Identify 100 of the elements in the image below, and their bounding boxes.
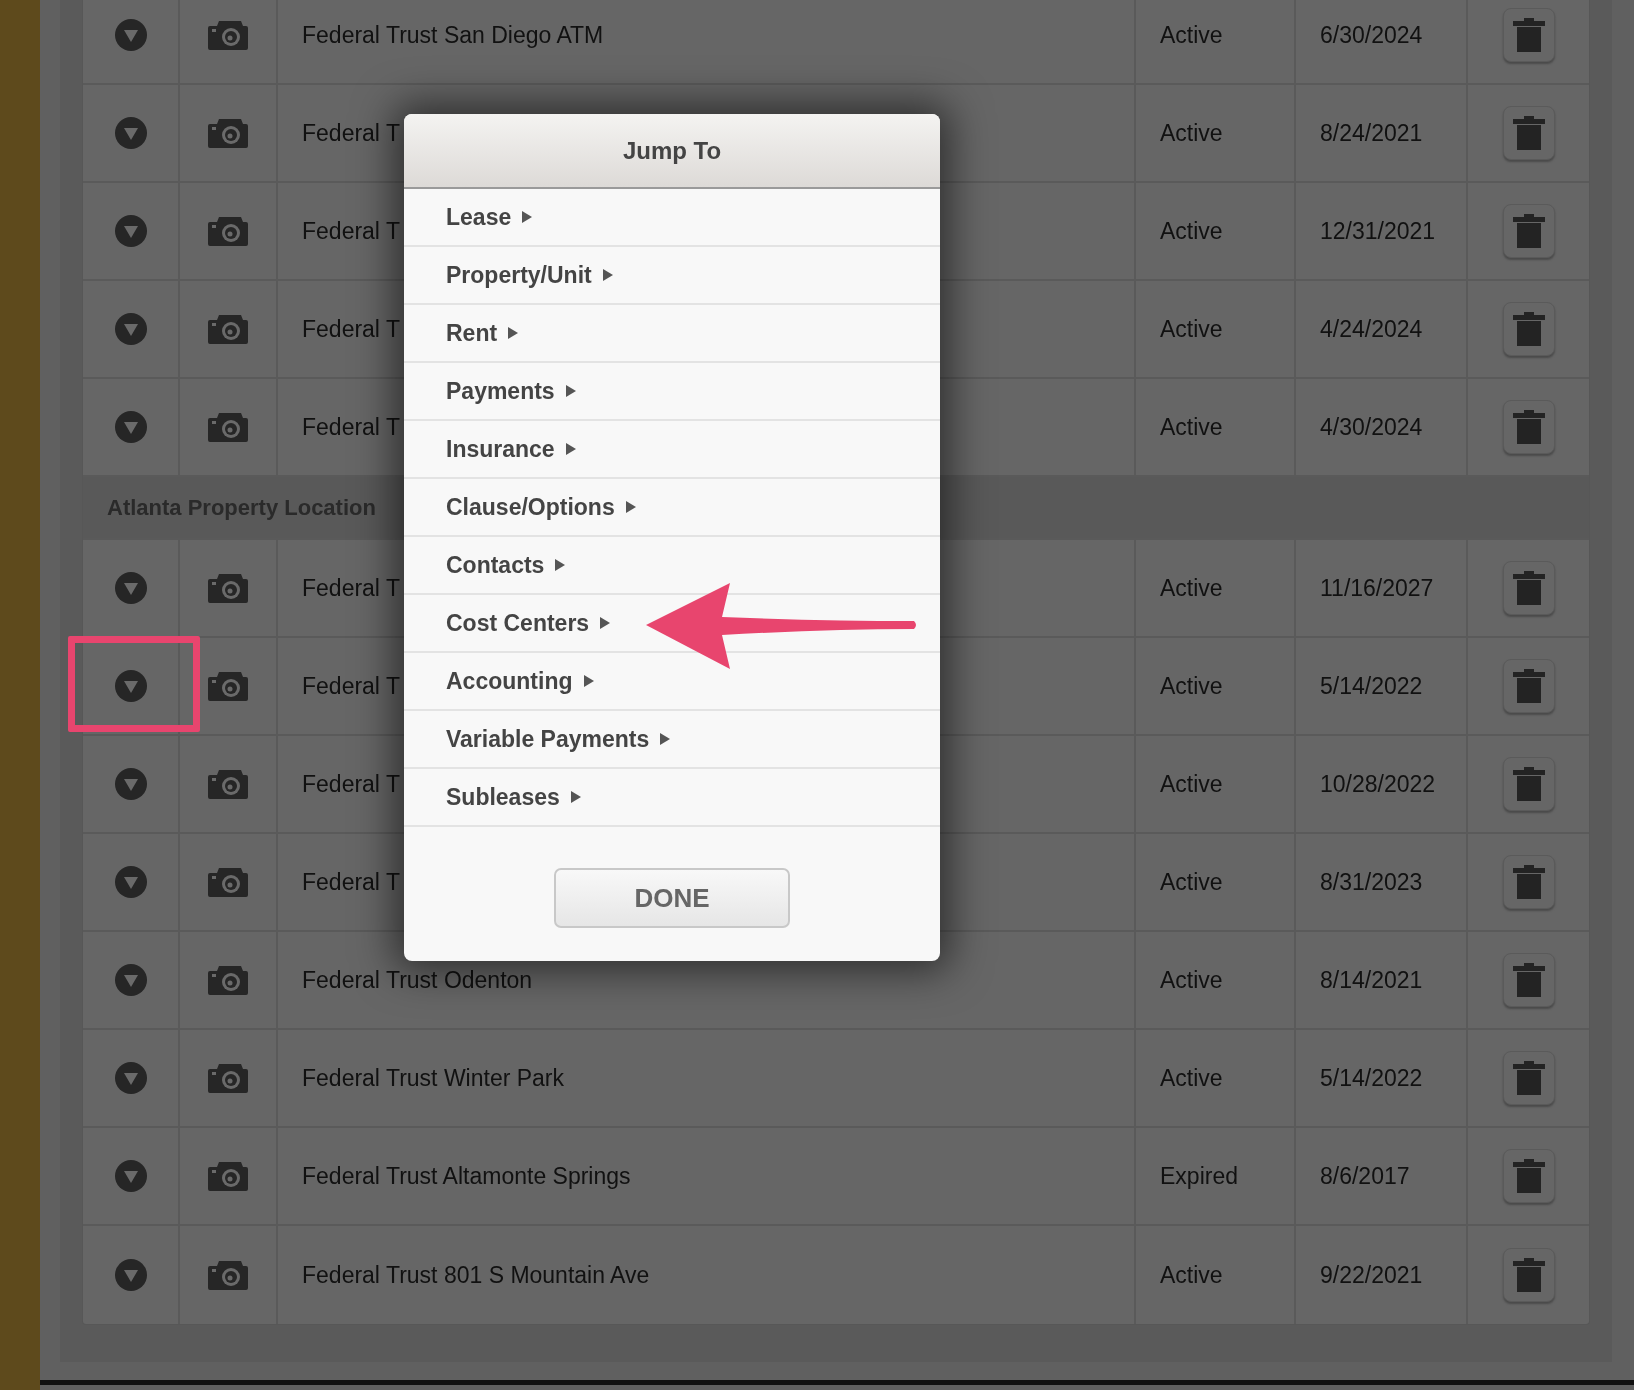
menu-item[interactable]: Clause/Options: [404, 479, 940, 537]
table-cell: Active: [1160, 217, 1223, 245]
table-cell: Active: [1160, 966, 1223, 994]
table-cell: 11/16/2027: [1320, 574, 1434, 602]
dropdown-icon[interactable]: [113, 571, 148, 605]
dropdown-icon[interactable]: [113, 410, 148, 444]
trash-icon: [1511, 668, 1546, 704]
camera-icon[interactable]: [207, 411, 249, 443]
menu-item[interactable]: Rent: [404, 305, 940, 363]
menu-item[interactable]: Subleases: [404, 769, 940, 827]
caret-icon: [602, 269, 613, 281]
caret-icon: [565, 443, 576, 455]
camera-icon[interactable]: [207, 313, 249, 345]
table-cell: 5/14/2022: [1320, 1064, 1423, 1092]
delete-button[interactable]: [1502, 106, 1555, 160]
menu-item[interactable]: Property/Unit: [404, 247, 940, 305]
delete-button[interactable]: [1502, 1051, 1555, 1105]
delete-button[interactable]: [1502, 1149, 1555, 1203]
table-cell: Federal T: [302, 315, 400, 343]
menu-item[interactable]: Payments: [404, 363, 940, 421]
menu-item[interactable]: Insurance: [404, 421, 940, 479]
dropdown-icon[interactable]: [113, 767, 148, 801]
table-cell: Federal Trust Odenton: [302, 966, 533, 994]
table-cell: Active: [1160, 868, 1223, 896]
caret-icon: [583, 675, 594, 687]
table-cell: 12/31/2021: [1320, 217, 1436, 245]
caret-icon: [555, 559, 566, 571]
table-cell: Active: [1160, 315, 1223, 343]
trash-icon: [1511, 1060, 1546, 1096]
table-cell: 4/24/2024: [1320, 315, 1423, 343]
camera-icon[interactable]: [207, 572, 249, 604]
trash-icon: [1511, 115, 1546, 151]
dropdown-icon[interactable]: [113, 865, 148, 899]
done-button[interactable]: DONE: [554, 868, 790, 928]
camera-icon[interactable]: [207, 670, 249, 702]
dropdown-icon[interactable]: [113, 312, 148, 346]
table-cell: 8/24/2021: [1320, 119, 1423, 147]
dropdown-icon[interactable]: [113, 116, 148, 150]
trash-icon: [1511, 17, 1546, 53]
table-cell: 10/28/2022: [1320, 770, 1436, 798]
camera-icon[interactable]: [207, 1062, 249, 1094]
trash-icon: [1511, 311, 1546, 347]
menu-item[interactable]: Lease: [404, 189, 940, 247]
trash-icon: [1511, 962, 1546, 998]
caret-icon: [660, 733, 671, 745]
delete-button[interactable]: [1502, 757, 1555, 811]
table-cell: Federal T: [302, 770, 400, 798]
table-cell: Active: [1160, 770, 1223, 798]
caret-icon: [508, 327, 519, 339]
dropdown-icon[interactable]: [113, 1258, 148, 1292]
caret-icon: [522, 211, 533, 223]
table-cell: 5/14/2022: [1320, 672, 1423, 700]
caret-icon: [625, 501, 636, 513]
delete-button[interactable]: [1502, 8, 1555, 62]
camera-icon[interactable]: [207, 117, 249, 149]
dropdown-icon[interactable]: [113, 669, 148, 703]
delete-button[interactable]: [1502, 302, 1555, 356]
dropdown-icon[interactable]: [113, 963, 148, 997]
dialog-title: Jump To: [622, 136, 722, 165]
caret-icon: [565, 385, 576, 397]
delete-button[interactable]: [1502, 400, 1555, 454]
table-cell: Active: [1160, 1261, 1223, 1289]
dropdown-icon[interactable]: [113, 1061, 148, 1095]
camera-icon[interactable]: [207, 964, 249, 996]
table-cell: Federal Trust Winter Park: [302, 1064, 565, 1092]
delete-button[interactable]: [1502, 204, 1555, 258]
table-cell: Federal T: [302, 672, 400, 700]
table-cell: Federal T: [302, 574, 400, 602]
trash-icon: [1511, 864, 1546, 900]
delete-button[interactable]: [1502, 659, 1555, 713]
camera-icon[interactable]: [207, 768, 249, 800]
table-cell: Active: [1160, 574, 1223, 602]
dropdown-icon[interactable]: [113, 1159, 148, 1193]
table-cell: 8/14/2021: [1320, 966, 1423, 994]
delete-button[interactable]: [1502, 561, 1555, 615]
camera-icon[interactable]: [207, 19, 249, 51]
delete-button[interactable]: [1502, 855, 1555, 909]
table-cell: Expired: [1160, 1162, 1238, 1190]
table-cell: Federal Trust 801 S Mountain Ave: [302, 1261, 650, 1289]
table-cell: Active: [1160, 672, 1223, 700]
table-cell: Federal T: [302, 413, 400, 441]
menu-item[interactable]: Variable Payments: [404, 711, 940, 769]
table-cell: 8/6/2017: [1320, 1162, 1410, 1190]
dropdown-icon[interactable]: [113, 214, 148, 248]
camera-icon[interactable]: [207, 1160, 249, 1192]
trash-icon: [1511, 409, 1546, 445]
trash-icon: [1511, 1158, 1546, 1194]
table-cell: Active: [1160, 1064, 1223, 1092]
table-cell: Federal T: [302, 217, 400, 245]
delete-button[interactable]: [1502, 953, 1555, 1007]
camera-icon[interactable]: [207, 1259, 249, 1291]
table-cell: Federal T: [302, 868, 400, 896]
camera-icon[interactable]: [207, 215, 249, 247]
camera-icon[interactable]: [207, 866, 249, 898]
table-cell: 4/30/2024: [1320, 413, 1423, 441]
delete-button[interactable]: [1502, 1248, 1555, 1302]
caret-icon: [570, 791, 581, 803]
dropdown-icon[interactable]: [113, 18, 148, 52]
trash-icon: [1511, 766, 1546, 802]
trash-icon: [1511, 1257, 1546, 1293]
